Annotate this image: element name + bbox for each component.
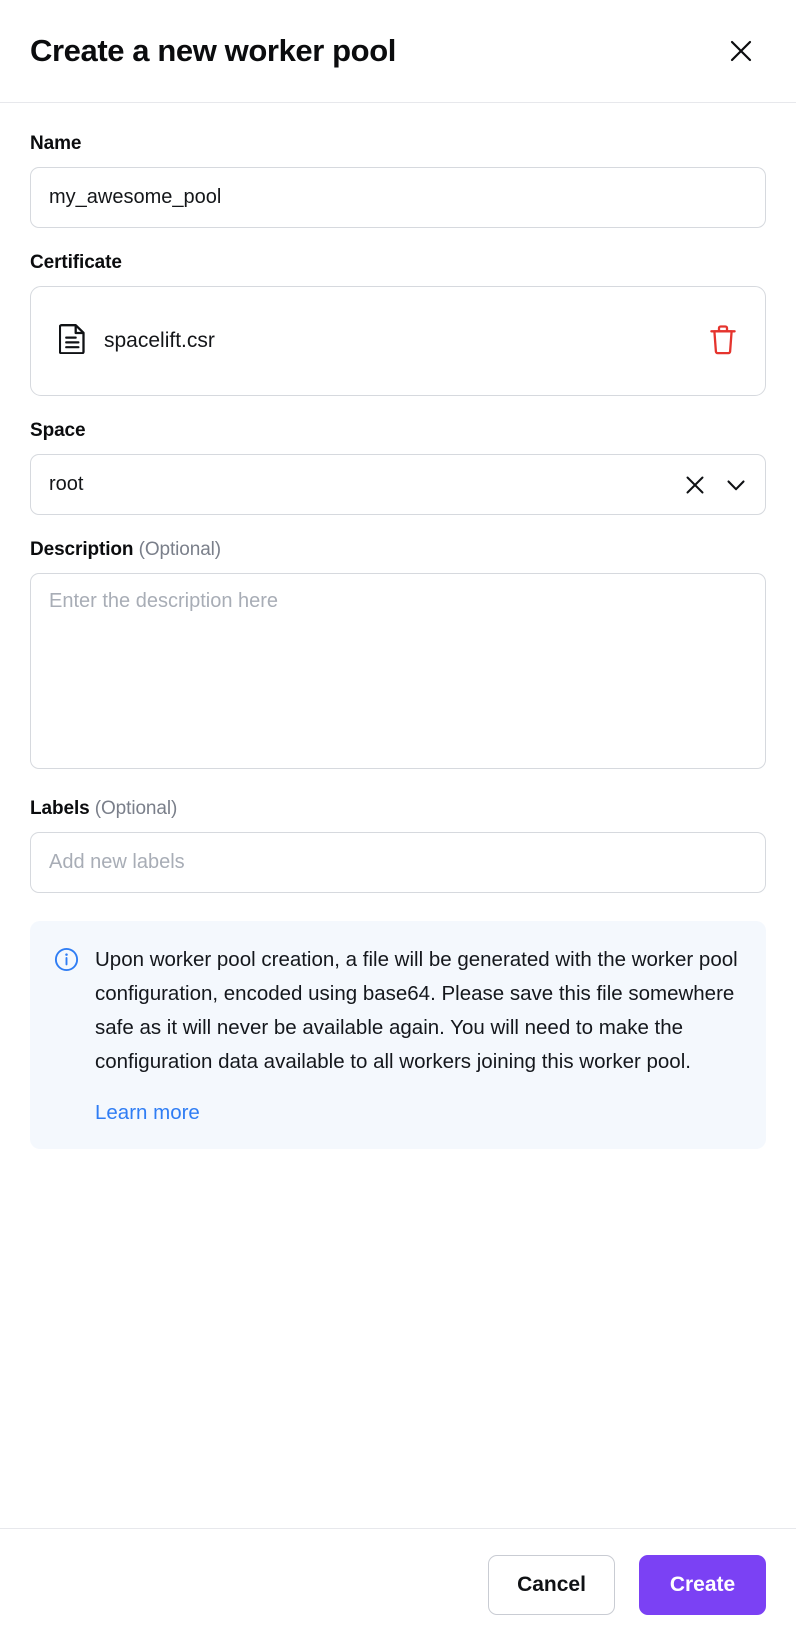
info-banner-content: Upon worker pool creation, a file will b… xyxy=(95,943,740,1125)
description-optional-tag: (Optional) xyxy=(139,539,221,560)
info-banner: Upon worker pool creation, a file will b… xyxy=(30,921,766,1149)
labels-input[interactable] xyxy=(30,832,766,893)
labels-optional-tag: (Optional) xyxy=(95,798,177,819)
certificate-file-name: spacelift.csr xyxy=(104,329,215,353)
description-label: Description (Optional) xyxy=(30,539,766,561)
space-select[interactable]: root xyxy=(30,454,766,515)
field-certificate: Certificate spacelift.csr xyxy=(30,252,766,396)
space-select-icons xyxy=(683,472,749,498)
clear-space-button[interactable] xyxy=(683,473,707,497)
delete-certificate-button[interactable] xyxy=(703,318,743,364)
create-worker-pool-modal: Create a new worker pool Name Certificat… xyxy=(0,0,796,1648)
create-button[interactable]: Create xyxy=(639,1555,766,1615)
info-circle-icon xyxy=(54,947,79,1125)
close-icon xyxy=(728,38,754,64)
space-selected-value: root xyxy=(49,473,683,496)
chevron-down-icon[interactable] xyxy=(723,472,749,498)
name-input[interactable] xyxy=(30,167,766,228)
field-name: Name xyxy=(30,133,766,228)
description-textarea[interactable] xyxy=(30,573,766,769)
page-title: Create a new worker pool xyxy=(30,34,396,68)
field-space: Space root xyxy=(30,420,766,515)
cancel-button[interactable]: Cancel xyxy=(488,1555,615,1615)
field-description: Description (Optional) xyxy=(30,539,766,774)
modal-body: Name Certificate spacelift.csr xyxy=(0,103,796,1528)
close-button[interactable] xyxy=(720,30,762,72)
certificate-label: Certificate xyxy=(30,252,766,274)
labels-label-text: Labels xyxy=(30,798,90,819)
field-labels: Labels (Optional) xyxy=(30,798,766,893)
name-label: Name xyxy=(30,133,766,155)
modal-header: Create a new worker pool xyxy=(0,0,796,103)
document-icon xyxy=(59,323,86,359)
certificate-file-row: spacelift.csr xyxy=(30,286,766,396)
trash-icon xyxy=(709,324,737,358)
certificate-file-info: spacelift.csr xyxy=(59,323,215,359)
modal-footer: Cancel Create xyxy=(0,1528,796,1648)
learn-more-link[interactable]: Learn more xyxy=(95,1101,200,1125)
info-banner-text: Upon worker pool creation, a file will b… xyxy=(95,943,740,1079)
space-label: Space xyxy=(30,420,766,442)
description-label-text: Description xyxy=(30,539,133,560)
labels-label: Labels (Optional) xyxy=(30,798,766,820)
